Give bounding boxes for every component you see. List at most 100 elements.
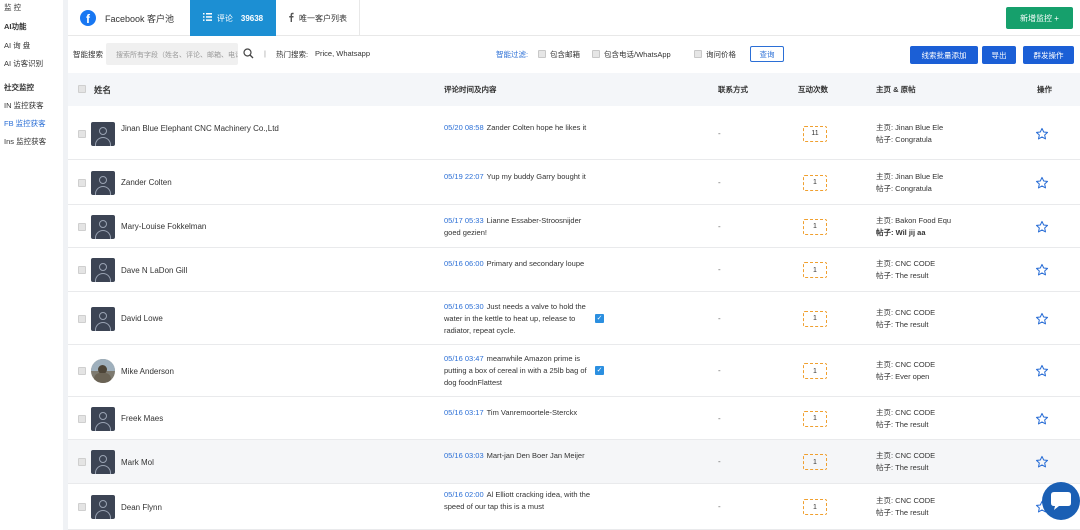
row-checkbox[interactable] <box>78 367 86 375</box>
interaction-count[interactable]: 1 <box>803 218 827 235</box>
comment-time[interactable]: 05/16 02:00 <box>444 490 484 499</box>
search-icon[interactable] <box>243 48 254 61</box>
home-page-link[interactable]: 主页: CNC CODE <box>876 359 986 371</box>
translate-icon[interactable]: ✓ <box>595 366 604 375</box>
select-all-checkbox[interactable] <box>78 85 86 93</box>
sidebar-item-ai-inquiry[interactable]: AI 询 盘 <box>4 40 30 51</box>
header-name: 姓名 <box>94 85 112 95</box>
table-row: Zander Colten 05/19 22:07 Yup my buddy Gar… <box>68 160 1080 205</box>
home-page-link[interactable]: 主页: CNC CODE <box>876 307 986 319</box>
interaction-count[interactable]: 1 <box>803 262 827 278</box>
star-icon[interactable] <box>1035 176 1049 190</box>
translate-icon[interactable]: ✓ <box>595 313 604 323</box>
table-row: Mark Mol 05/16 03:03 Mart-jan Den Boer Jan… <box>68 440 1080 484</box>
comment-time[interactable]: 05/17 05:33 <box>444 216 484 225</box>
comment-time[interactable]: 05/16 03:47 <box>444 354 484 363</box>
add-monitor-button[interactable]: 新增监控 + <box>1006 7 1073 29</box>
comment-time[interactable]: 05/19 22:07 <box>444 172 484 181</box>
tab-comments[interactable]: 评论 39638 <box>190 0 276 36</box>
customer-name[interactable]: Mike Anderson <box>121 366 291 377</box>
comment-time[interactable]: 05/16 06:00 <box>444 259 484 268</box>
comment-time[interactable]: 05/16 05:30 <box>444 302 484 311</box>
comment-text: 05/16 06:00 Primary and secondary loupe <box>444 258 594 270</box>
main-panel: f Facebook 客户池 评论 39638 唯一客户列表 新增监控 + 智能… <box>68 0 1080 530</box>
post-link[interactable]: 帖子: The result <box>876 319 986 331</box>
customer-name[interactable]: Jinan Blue Elephant CNC Machinery Co.,Lt… <box>121 123 291 134</box>
filter-email-checkbox[interactable] <box>538 50 546 58</box>
home-page-link[interactable]: 主页: Jinan Blue Ele <box>876 122 986 134</box>
customer-name[interactable]: Dave N LaDon Gill <box>121 265 291 276</box>
comment-text: 05/16 02:00 Al Elliott cracking idea, wit… <box>444 489 594 513</box>
interaction-count[interactable]: 1 <box>803 174 827 191</box>
row-checkbox[interactable] <box>78 314 86 323</box>
home-page-link[interactable]: 主页: CNC CODE <box>876 258 986 270</box>
customer-name[interactable]: David Lowe <box>121 313 291 324</box>
interaction-count[interactable]: 1 <box>803 499 827 515</box>
row-checkbox[interactable] <box>78 503 86 511</box>
row-checkbox[interactable] <box>78 266 86 274</box>
row-checkbox[interactable] <box>78 414 86 423</box>
customer-name[interactable]: Dean Flynn <box>121 502 291 513</box>
group-send-button[interactable]: 群发操作 <box>1023 46 1074 64</box>
home-page-link[interactable]: 主页: CNC CODE <box>876 407 986 419</box>
interaction-count[interactable]: 1 <box>803 410 827 427</box>
post-link[interactable]: 帖子: The result <box>876 507 986 519</box>
tab-unique-customers[interactable]: 唯一客户列表 <box>276 0 360 36</box>
header-interactions: 互动次数 <box>798 85 828 94</box>
hot-search-terms[interactable]: Price, Whatsapp <box>315 49 370 58</box>
row-checkbox[interactable] <box>78 129 86 138</box>
sidebar-item-ai-visitor[interactable]: AI 访客识别 <box>4 58 43 69</box>
query-button[interactable]: 查询 <box>750 46 784 62</box>
interaction-count[interactable]: 11 <box>803 125 827 142</box>
star-icon[interactable] <box>1035 364 1049 378</box>
row-checkbox[interactable] <box>78 222 86 231</box>
star-icon[interactable] <box>1035 127 1049 141</box>
header-actions: 操作 <box>1037 85 1052 94</box>
interaction-count[interactable]: 1 <box>803 310 827 327</box>
post-link[interactable]: 帖子: The result <box>876 270 986 282</box>
home-page-link[interactable]: 主页: Jinan Blue Ele <box>876 171 986 183</box>
filter-phone-checkbox[interactable] <box>592 50 600 58</box>
list-icon <box>202 13 212 23</box>
interaction-count[interactable]: 1 <box>803 363 827 379</box>
customer-name[interactable]: Mary-Louise Fokkelman <box>121 221 291 232</box>
search-input[interactable]: 搜索所有字段（姓名、评论、邮箱、电话） <box>106 43 238 65</box>
post-link[interactable]: 帖子: Congratula <box>876 134 986 146</box>
customer-name[interactable]: Freek Maes <box>121 413 291 424</box>
post-link[interactable]: 帖子: The result <box>876 462 986 474</box>
comment-time[interactable]: 05/16 03:03 <box>444 451 484 460</box>
sidebar-item-fb-monitor[interactable]: FB 监控获客 <box>4 118 46 129</box>
post-link[interactable]: 帖子: Wil jij aa <box>876 227 986 239</box>
post-link[interactable]: 帖子: Ever open <box>876 371 986 383</box>
filter-price-checkbox[interactable] <box>694 50 702 58</box>
page-post-info: 主页: CNC CODE 帖子: The result <box>876 407 986 431</box>
home-page-link[interactable]: 主页: CNC CODE <box>876 450 986 462</box>
post-link[interactable]: 帖子: Congratula <box>876 183 986 195</box>
star-icon[interactable] <box>1035 220 1049 234</box>
row-checkbox[interactable] <box>78 458 86 466</box>
chat-button[interactable] <box>1042 482 1080 520</box>
home-page-link[interactable]: 主页: CNC CODE <box>876 495 986 507</box>
comment-time[interactable]: 05/16 03:17 <box>444 408 484 417</box>
post-link[interactable]: 帖子: The result <box>876 419 986 431</box>
star-icon[interactable] <box>1035 412 1049 426</box>
customer-name[interactable]: Zander Colten <box>121 177 291 188</box>
comment-time[interactable]: 05/20 08:58 <box>444 123 484 132</box>
tab-facebook-pool[interactable]: f Facebook 客户池 <box>80 0 190 36</box>
sidebar-item-ins-monitor[interactable]: Ins 监控获客 <box>4 136 46 147</box>
table-row: Dave N LaDon Gill 05/16 06:00 Primary and … <box>68 248 1080 292</box>
filter-price-option[interactable]: 询问价格 <box>694 49 736 60</box>
home-page-link[interactable]: 主页: Bakon Food Equ <box>876 215 986 227</box>
star-icon[interactable] <box>1035 455 1049 469</box>
star-icon[interactable] <box>1035 312 1049 326</box>
sidebar-item-in-monitor[interactable]: IN 监控获客 <box>4 100 44 111</box>
filter-phone-option[interactable]: 包含电话/WhatsApp <box>592 49 671 60</box>
customer-name[interactable]: Mark Mol <box>121 457 291 468</box>
filter-email-option[interactable]: 包含邮箱 <box>538 49 580 60</box>
batch-add-leads-button[interactable]: 线索批量添加 <box>910 46 978 64</box>
interaction-count[interactable]: 1 <box>803 454 827 470</box>
star-icon[interactable] <box>1035 263 1049 277</box>
row-checkbox[interactable] <box>78 178 86 187</box>
sidebar-item-monitor[interactable]: 监 控 <box>4 2 21 13</box>
export-button[interactable]: 导出 <box>982 46 1016 64</box>
